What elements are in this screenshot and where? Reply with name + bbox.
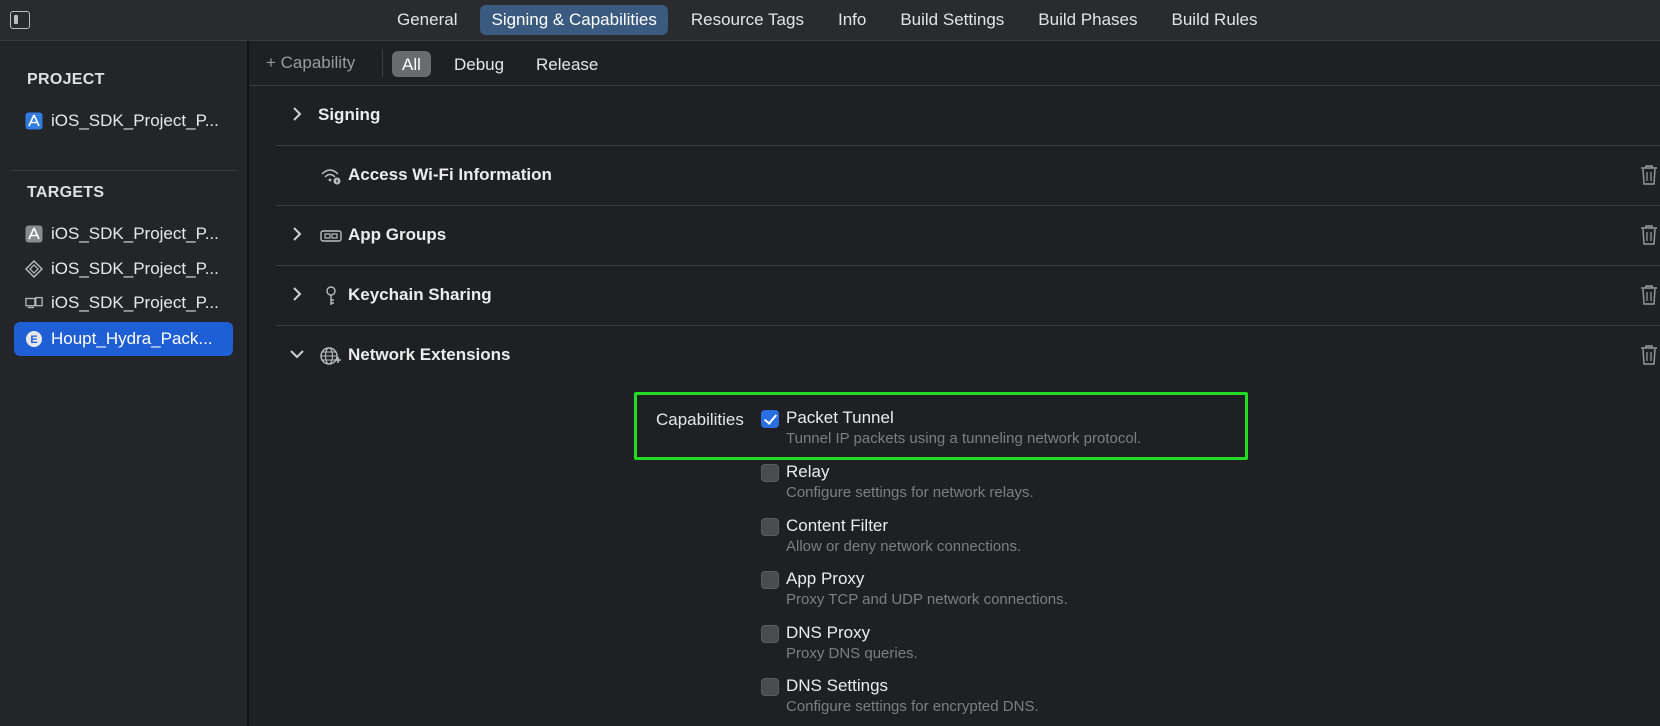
capability-title: Network Extensions <box>348 345 511 364</box>
packet-tunnel-checkbox[interactable] <box>761 410 779 428</box>
sidebar-divider <box>12 170 236 171</box>
app-target-icon <box>25 225 43 243</box>
tab-build-settings[interactable]: Build Settings <box>889 5 1015 35</box>
tab-general[interactable]: General <box>386 5 468 35</box>
trash-icon[interactable] <box>1640 284 1658 306</box>
tab-info[interactable]: Info <box>827 5 877 35</box>
sidebar-item-target-extension[interactable]: E Houpt_Hydra_Pack... <box>14 322 233 356</box>
tab-signing-capabilities[interactable]: Signing & Capabilities <box>480 5 668 35</box>
dns-settings-checkbox[interactable] <box>761 678 779 696</box>
tabs: General Signing & Capabilities Resource … <box>386 5 1281 35</box>
option-description: Proxy DNS queries. <box>786 645 918 662</box>
trash-icon[interactable] <box>1640 224 1658 246</box>
option-dns-proxy: DNS Proxy Proxy DNS queries. <box>761 623 1321 673</box>
option-title: Content Filter <box>786 516 889 535</box>
option-description: Tunnel IP packets using a tunneling netw… <box>786 430 1142 447</box>
filter-divider <box>382 49 383 77</box>
relay-checkbox[interactable] <box>761 464 779 482</box>
editor-tab-bar: General Signing & Capabilities Resource … <box>0 0 1660 41</box>
capabilities-label: Capabilities <box>656 410 744 429</box>
option-description: Allow or deny network connections. <box>786 538 1022 555</box>
sidebar-item-target-app[interactable]: iOS_SDK_Project_P... <box>14 217 233 251</box>
option-dns-settings: DNS Settings Configure settings for encr… <box>761 676 1321 726</box>
option-relay: Relay Configure settings for network rel… <box>761 462 1321 512</box>
option-packet-tunnel: Packet Tunnel Tunnel IP packets using a … <box>761 408 1321 458</box>
option-content-filter: Content Filter Allow or deny network con… <box>761 516 1321 566</box>
capability-filter-bar: + Capability All Debug Release <box>250 41 1660 86</box>
capability-row-signing[interactable]: Signing <box>276 86 1660 146</box>
capability-title: Signing <box>318 105 381 124</box>
option-title: App Proxy <box>786 569 865 588</box>
filter-debug-button[interactable]: Debug <box>444 51 514 77</box>
capability-row-keychain-sharing[interactable]: Keychain Sharing <box>276 266 1660 326</box>
tab-resource-tags[interactable]: Resource Tags <box>680 5 815 35</box>
add-capability-button[interactable]: + Capability <box>266 53 355 73</box>
sidebar-item-target-package[interactable]: iOS_SDK_Project_P... <box>14 252 233 286</box>
sidebar-item-label: iOS_SDK_Project_P... <box>51 111 219 130</box>
chevron-right-icon[interactable] <box>290 227 304 241</box>
sidebar-toggle-icon[interactable] <box>10 11 30 29</box>
option-title: Relay <box>786 462 830 481</box>
trash-icon[interactable] <box>1640 344 1658 366</box>
option-description: Proxy TCP and UDP network connections. <box>786 591 1068 608</box>
network-extensions-icon <box>320 346 342 366</box>
tab-build-rules[interactable]: Build Rules <box>1161 5 1269 35</box>
extension-target-icon: E <box>25 330 43 348</box>
filter-all-button[interactable]: All <box>392 51 431 77</box>
option-title: Packet Tunnel <box>786 408 894 427</box>
tab-build-phases[interactable]: Build Phases <box>1027 5 1148 35</box>
project-navigator: PROJECT iOS_SDK_Project_P... TARGETS iOS… <box>0 41 249 726</box>
capability-row-network-extensions[interactable]: Network Extensions <box>276 326 1660 386</box>
sidebar-item-label: iOS_SDK_Project_P... <box>51 293 219 312</box>
sidebar-item-label: Houpt_Hydra_Pack... <box>51 329 213 348</box>
option-description: Configure settings for encrypted DNS. <box>786 698 1039 715</box>
keychain-icon <box>320 286 342 306</box>
capability-title: App Groups <box>348 225 447 244</box>
chevron-right-icon[interactable] <box>290 287 304 301</box>
option-description: Configure settings for network relays. <box>786 484 1034 501</box>
capability-title: Keychain Sharing <box>348 285 492 304</box>
app-project-icon <box>25 112 43 130</box>
app-proxy-checkbox[interactable] <box>761 571 779 589</box>
trash-icon[interactable] <box>1640 164 1658 186</box>
sidebar-item-label: iOS_SDK_Project_P... <box>51 259 219 278</box>
svg-text:E: E <box>30 334 37 346</box>
chevron-down-icon[interactable] <box>290 347 304 361</box>
capability-title: Access Wi-Fi Information <box>348 165 552 184</box>
content-filter-checkbox[interactable] <box>761 518 779 536</box>
targets-section-header: TARGETS <box>27 184 105 201</box>
sidebar-item-target-device[interactable]: iOS_SDK_Project_P... <box>14 286 233 320</box>
device-target-icon <box>25 294 43 312</box>
capability-row-access-wifi[interactable]: Access Wi-Fi Information <box>276 146 1660 206</box>
capability-row-app-groups[interactable]: App Groups <box>276 206 1660 266</box>
app-groups-icon <box>320 226 342 246</box>
filter-release-button[interactable]: Release <box>526 51 608 77</box>
option-title: DNS Proxy <box>786 623 871 642</box>
option-title: DNS Settings <box>786 676 889 695</box>
option-app-proxy: App Proxy Proxy TCP and UDP network conn… <box>761 569 1321 619</box>
package-target-icon <box>25 260 43 278</box>
dns-proxy-checkbox[interactable] <box>761 625 779 643</box>
wifi-info-icon <box>320 166 342 186</box>
project-section-header: PROJECT <box>27 71 105 88</box>
sidebar-item-project[interactable]: iOS_SDK_Project_P... <box>14 104 233 138</box>
sidebar-item-label: iOS_SDK_Project_P... <box>51 224 219 243</box>
chevron-right-icon[interactable] <box>290 107 304 121</box>
